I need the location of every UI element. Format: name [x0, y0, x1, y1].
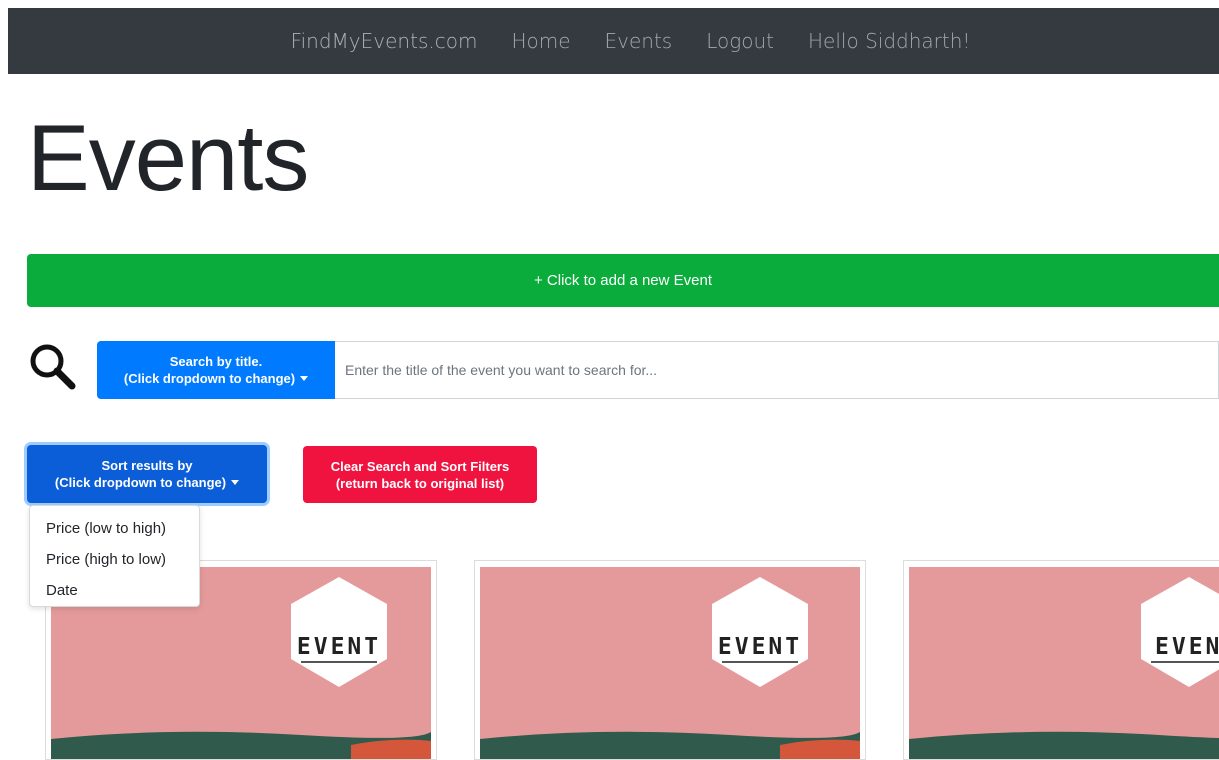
- clear-label: Clear Search and Sort Filters: [330, 458, 510, 474]
- sort-option-price-high-low[interactable]: Price (high to low): [30, 544, 199, 575]
- caret-down-icon: [300, 376, 309, 381]
- sort-option-date[interactable]: Date: [30, 575, 199, 606]
- search-type-dropdown-button[interactable]: Search by title. (Click dropdown to chan…: [97, 341, 335, 399]
- brand-link[interactable]: FindMyEvents.com: [291, 29, 478, 53]
- page-title: Events: [27, 105, 309, 210]
- sort-hint: (Click dropdown to change): [54, 475, 227, 490]
- search-type-hint: (Click dropdown to change): [123, 371, 296, 386]
- user-greeting[interactable]: Hello Siddharth!: [808, 29, 970, 53]
- sort-dropdown-button[interactable]: Sort results by (Click dropdown to chang…: [27, 445, 267, 503]
- sort-option-price-low-high[interactable]: Price (low to high): [30, 513, 199, 544]
- clear-hint: (return back to original list): [335, 475, 505, 491]
- top-navbar: FindMyEvents.com Home Events Logout Hell…: [8, 8, 1219, 74]
- event-card-image: EVEN: [909, 567, 1219, 759]
- search-input[interactable]: [335, 341, 1219, 399]
- sort-label: Sort results by: [101, 458, 193, 473]
- sort-dropdown-menu: Price (low to high) Price (high to low) …: [29, 505, 200, 607]
- add-event-button[interactable]: + Click to add a new Event: [27, 254, 1219, 307]
- event-badge-text: EVEN: [1155, 634, 1219, 660]
- nav-events-link[interactable]: Events: [605, 29, 673, 53]
- clear-filters-button[interactable]: Clear Search and Sort Filters (return ba…: [303, 446, 537, 503]
- event-badge-text: EVENT: [718, 634, 802, 660]
- event-badge-text: EVENT: [297, 634, 381, 660]
- event-card-image: EVENT: [480, 567, 860, 759]
- search-type-label: Search by title.: [169, 354, 263, 369]
- event-card[interactable]: EVENT: [474, 560, 866, 760]
- event-card[interactable]: EVEN: [903, 560, 1219, 760]
- caret-down-icon: [231, 480, 240, 485]
- search-icon: [30, 344, 76, 390]
- nav-home-link[interactable]: Home: [511, 29, 570, 53]
- nav-logout-link[interactable]: Logout: [706, 29, 774, 53]
